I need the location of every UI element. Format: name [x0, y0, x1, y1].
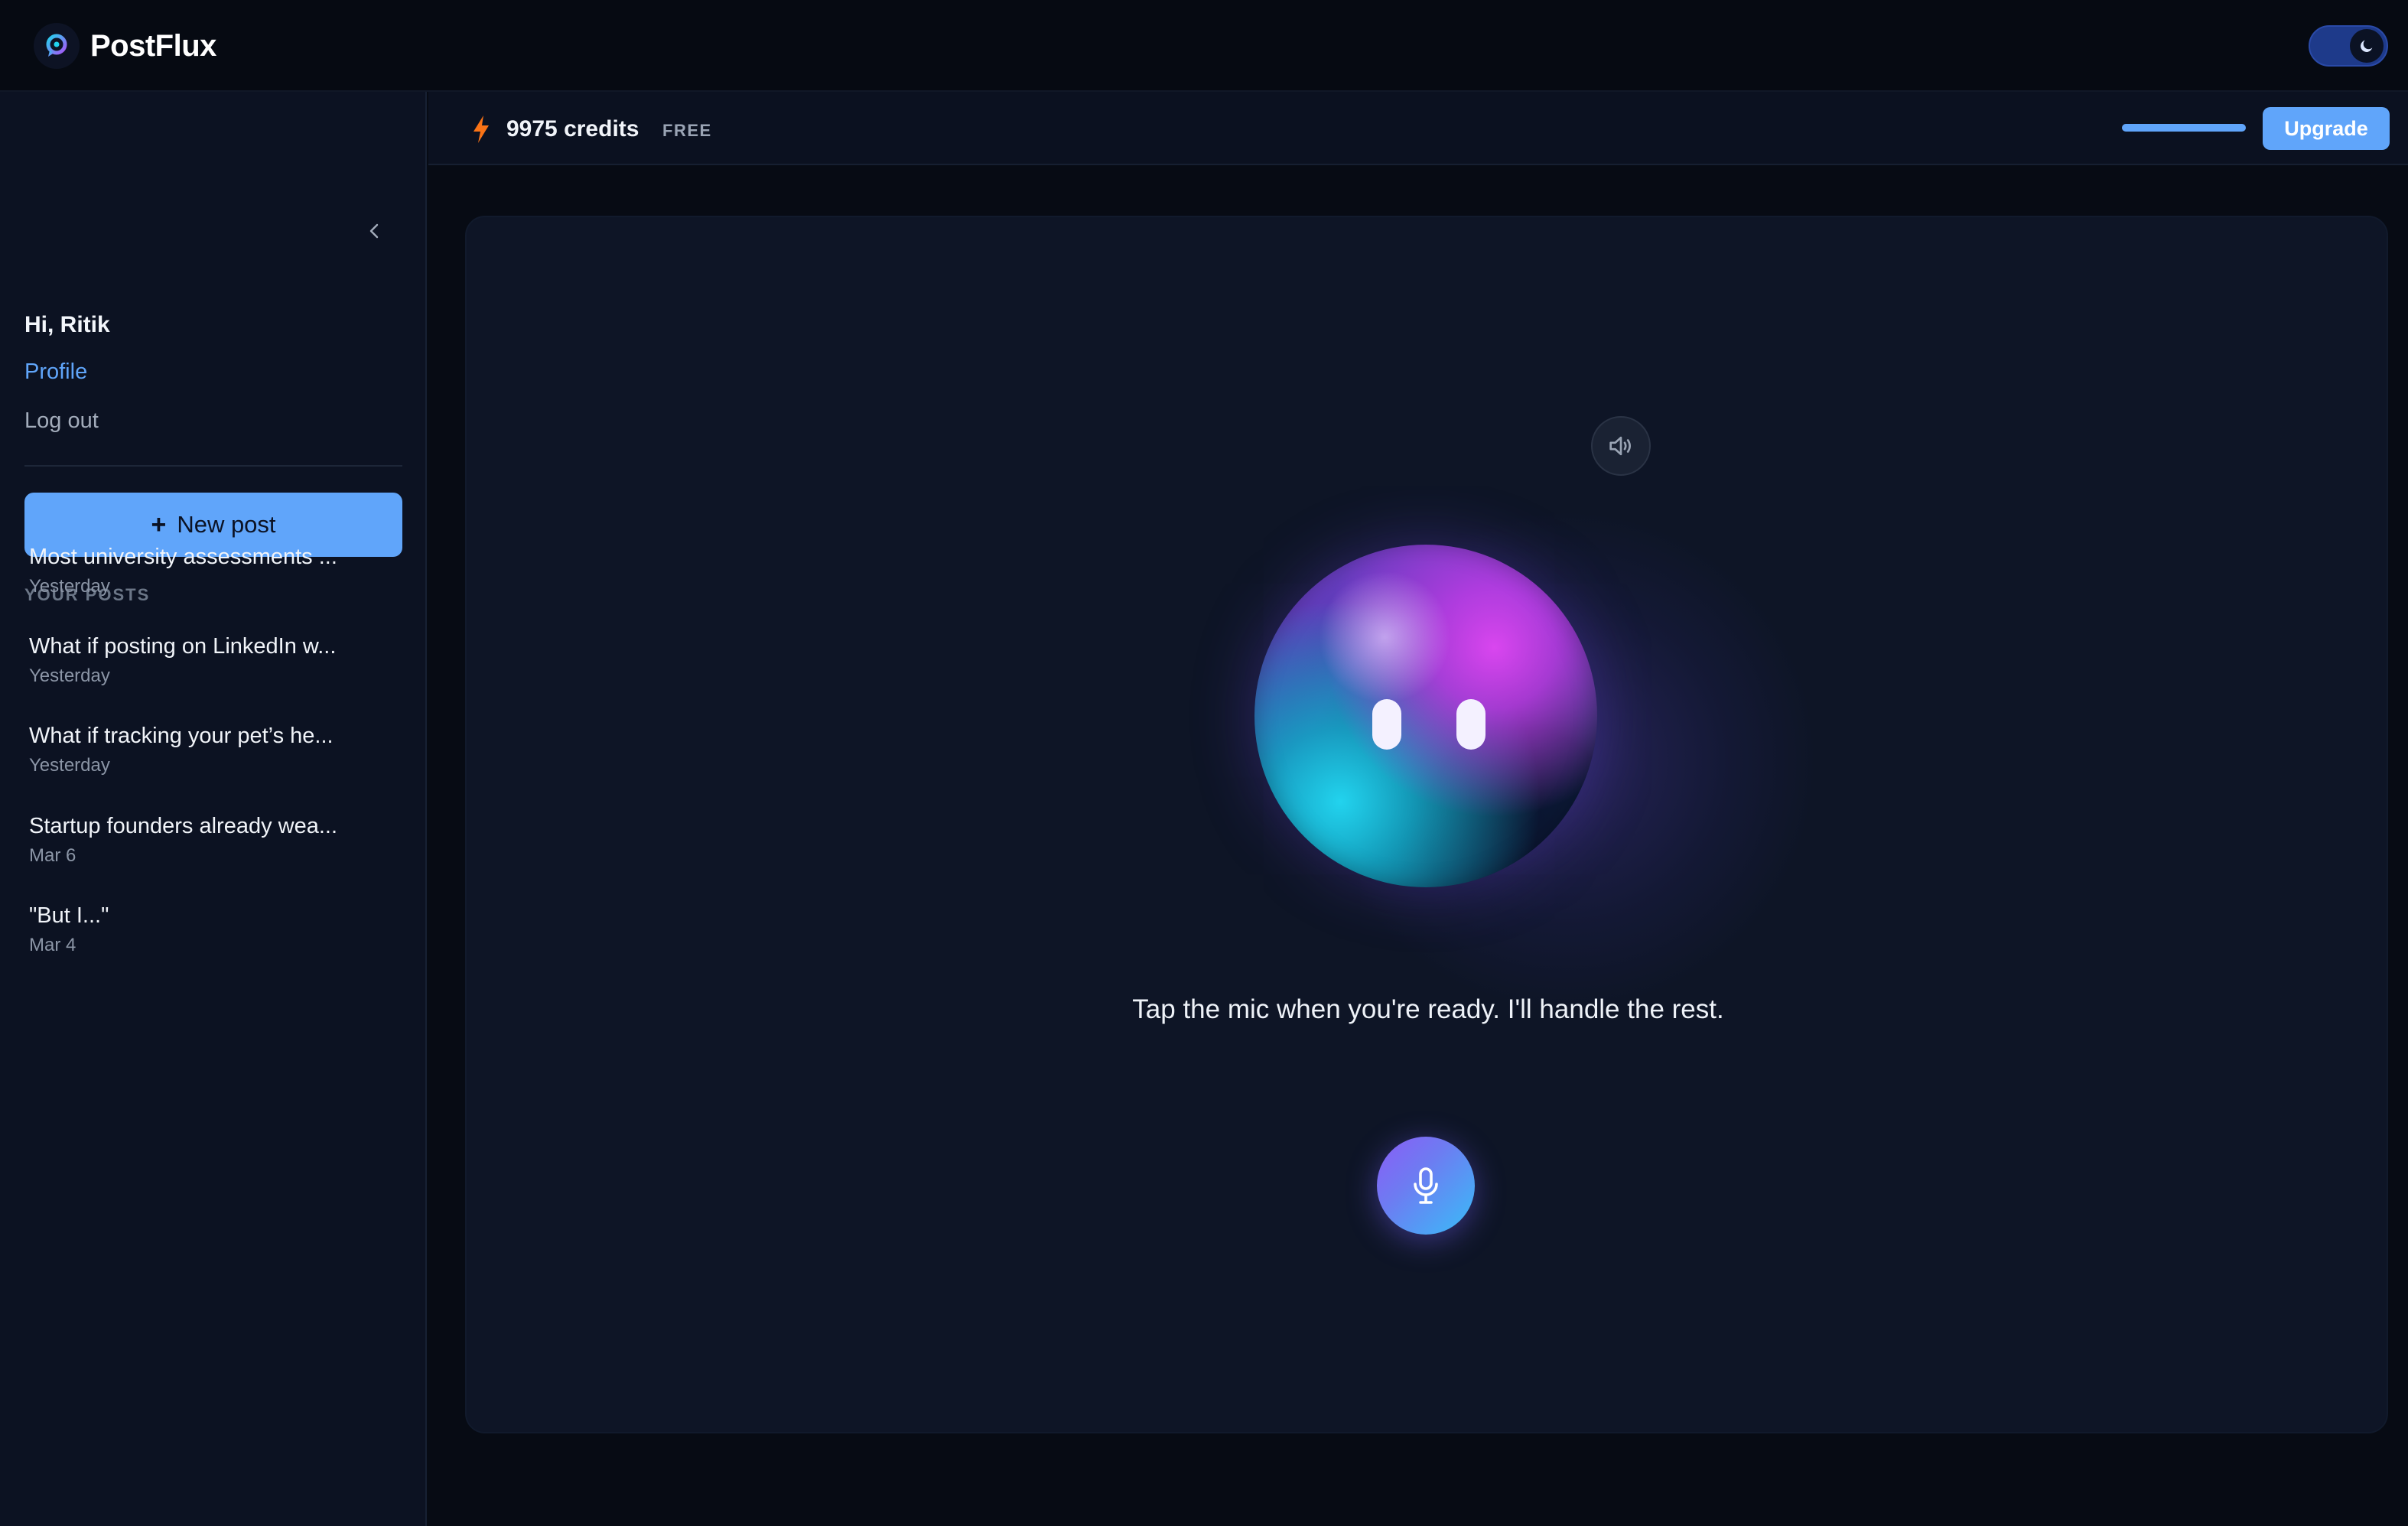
lightning-bolt-icon — [473, 116, 489, 143]
upgrade-button[interactable]: Upgrade — [2263, 107, 2390, 150]
post-date: Mar 4 — [29, 935, 76, 955]
sidebar: Hi, Ritik Profile Log out + New post YOU… — [0, 92, 427, 1526]
new-post-label: New post — [177, 511, 276, 538]
divider — [24, 465, 402, 467]
post-date: Yesterday — [29, 665, 110, 686]
plan-badge: FREE — [662, 121, 712, 140]
app-name: PostFlux — [90, 28, 216, 63]
brand[interactable]: PostFlux — [34, 23, 216, 69]
post-list-item[interactable]: What if posting on LinkedIn w... Yesterd… — [29, 634, 396, 687]
moon-icon — [2350, 29, 2384, 63]
post-title: "But I..." — [29, 903, 109, 928]
post-title: Startup founders already wea... — [29, 814, 338, 838]
microphone-button[interactable] — [1377, 1137, 1475, 1235]
assistant-orb-avatar — [1254, 545, 1597, 887]
post-list-item[interactable]: "But I..." Mar 4 — [29, 903, 396, 956]
post-list-item[interactable]: Most university assessments ... Yesterda… — [29, 545, 396, 597]
post-date: Yesterday — [29, 755, 110, 776]
post-title: Most university assessments ... — [29, 545, 337, 569]
orb-right-eye — [1456, 699, 1485, 750]
profile-link[interactable]: Profile — [24, 360, 87, 385]
microphone-icon — [1414, 1167, 1438, 1204]
sound-toggle-button[interactable] — [1591, 416, 1651, 476]
speaker-icon — [1609, 436, 1631, 456]
credits-usage-bar — [2122, 124, 2246, 132]
top-header: PostFlux — [0, 0, 2408, 92]
post-title: What if tracking your pet’s he... — [29, 724, 334, 748]
assistant-prompt: Tap the mic when you're ready. I'll hand… — [1132, 994, 1724, 1024]
post-title: What if posting on LinkedIn w... — [29, 634, 337, 659]
post-list-item[interactable]: What if tracking your pet’s he... Yester… — [29, 724, 396, 776]
credits-bar: 9975 credits FREE Upgrade — [428, 92, 2408, 165]
theme-toggle[interactable] — [2309, 25, 2388, 67]
postflux-logo-icon — [34, 23, 80, 69]
collapse-sidebar-button[interactable] — [358, 214, 392, 248]
credits-count: 9975 credits — [506, 116, 639, 142]
plus-icon: + — [151, 509, 167, 539]
greeting: Hi, Ritik — [24, 312, 110, 337]
credits-usage-fill — [2122, 124, 2246, 132]
post-date: Mar 6 — [29, 845, 76, 866]
orb-left-eye — [1372, 699, 1401, 750]
voice-assistant-panel: Tap the mic when you're ready. I'll hand… — [465, 216, 2388, 1433]
post-list-item[interactable]: Startup founders already wea... Mar 6 — [29, 814, 396, 867]
post-date: Yesterday — [29, 576, 110, 597]
logout-link[interactable]: Log out — [24, 408, 99, 434]
chevron-left-icon — [369, 223, 379, 239]
